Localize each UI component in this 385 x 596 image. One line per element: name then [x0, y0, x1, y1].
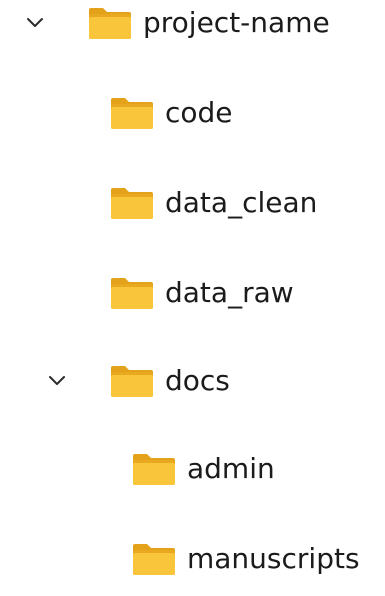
- folder-icon: [110, 276, 154, 310]
- tree-item-docs[interactable]: docs: [0, 358, 385, 418]
- tree-item-admin[interactable]: admin: [0, 446, 385, 506]
- folder-icon: [110, 186, 154, 220]
- tree-item-label: admin: [187, 452, 275, 485]
- tree-item-data-raw[interactable]: data_raw: [0, 270, 385, 330]
- chevron-down-icon[interactable]: [22, 10, 48, 36]
- tree-item-label: code: [165, 96, 233, 129]
- tree-item-label: manuscripts: [187, 542, 360, 575]
- tree-item-manuscripts[interactable]: manuscripts: [0, 536, 385, 596]
- tree-item-data-clean[interactable]: data_clean: [0, 180, 385, 240]
- tree-item-project-name[interactable]: project-name: [0, 0, 385, 60]
- folder-icon: [110, 364, 154, 398]
- tree-item-label: data_clean: [165, 186, 318, 219]
- folder-icon: [88, 6, 132, 40]
- folder-icon: [132, 452, 176, 486]
- folder-icon: [132, 542, 176, 576]
- folder-icon: [110, 96, 154, 130]
- tree-item-code[interactable]: code: [0, 90, 385, 150]
- tree-item-label: docs: [165, 364, 230, 397]
- chevron-down-icon[interactable]: [44, 368, 70, 394]
- tree-item-label: data_raw: [165, 276, 294, 309]
- tree-item-label: project-name: [143, 6, 330, 39]
